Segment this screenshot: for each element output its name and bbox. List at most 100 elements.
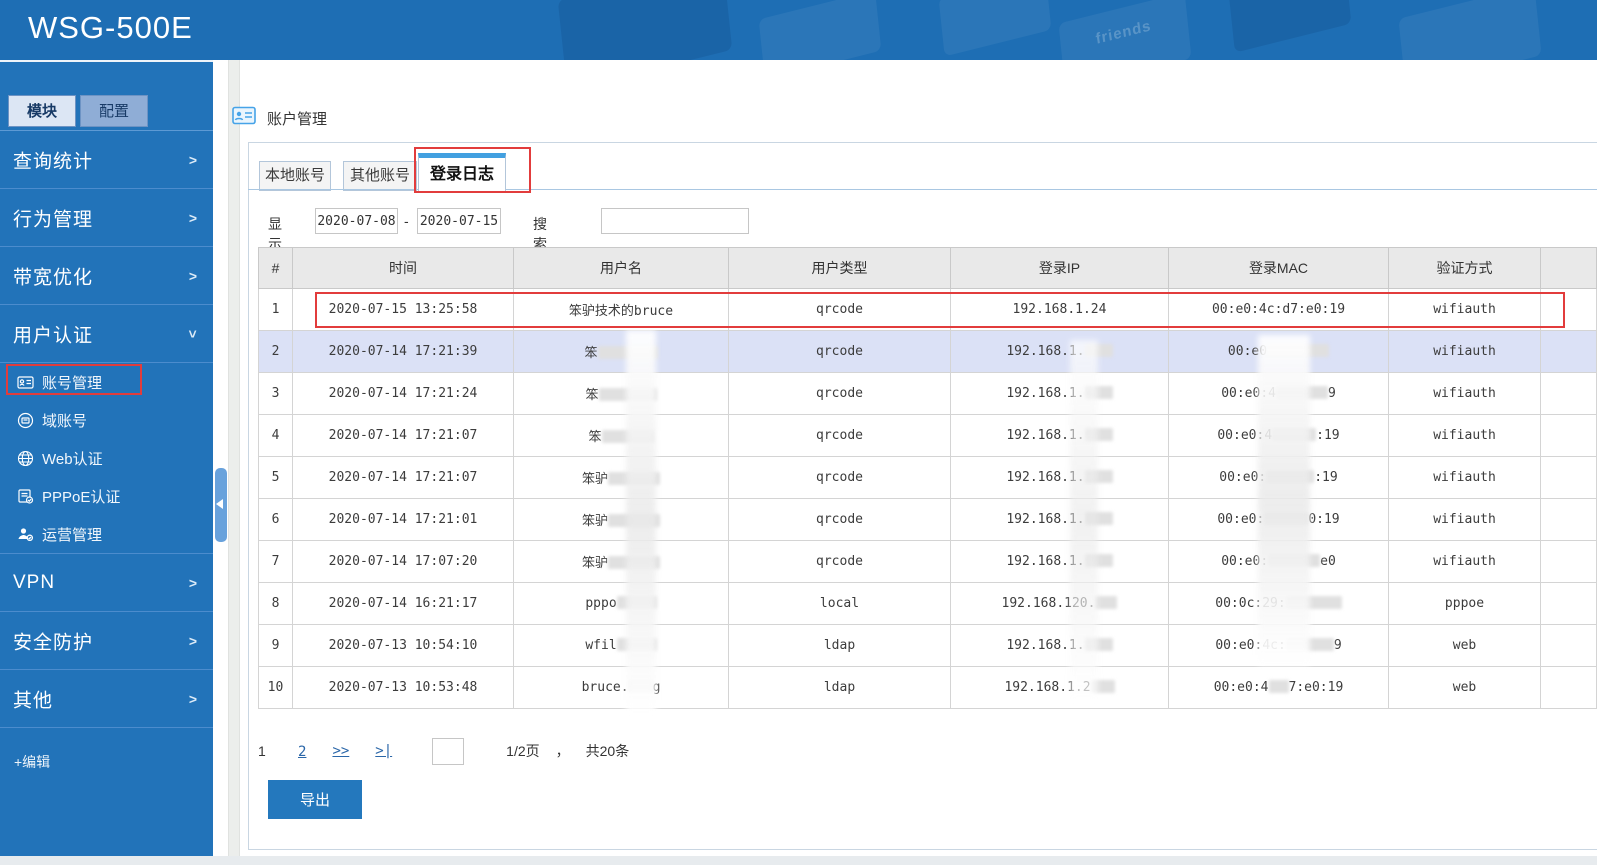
table-row-7[interactable]: 7 2020-07-14 17:07:20 笨驴 qrcode 192.168.1. 00…	[258, 540, 1597, 583]
censored-block	[1090, 680, 1115, 693]
cell-time: 2020-07-14 17:21:01	[292, 498, 514, 541]
cell-username: wfil	[513, 624, 729, 667]
tab-other-account[interactable]: 其他账号	[343, 161, 417, 191]
cell-ip: 192.168.1.24	[950, 288, 1169, 331]
sidebar-item-query-stats[interactable]: 查询统计 >	[0, 131, 213, 189]
sidebar-item-label: 带宽优化	[13, 267, 94, 288]
table-row-9[interactable]: 9 2020-07-13 10:54:10 wfil ldap 192.168.1. 00…	[258, 624, 1597, 667]
censored-block	[1084, 428, 1113, 441]
sidebar-tab-group: 模块 配置	[8, 95, 152, 127]
sidebar-subitem-domain-account[interactable]: 域账号	[0, 401, 213, 439]
sidebar-item-label: VPN	[13, 571, 56, 593]
cell-auth: wifiauth	[1388, 540, 1541, 583]
table-row-4[interactable]: 4 2020-07-14 17:21:07 笨 qrcode 192.168.1. 00:…	[258, 414, 1597, 457]
cell-ip: 192.168.1.2	[950, 666, 1169, 709]
cell-auth: pppoe	[1388, 582, 1541, 625]
censored-block	[628, 680, 653, 693]
date-to-input[interactable]	[417, 208, 501, 234]
sidebar-scrollbar[interactable]	[228, 60, 240, 865]
page-last-link[interactable]: >|	[375, 743, 392, 759]
censored-block	[1084, 554, 1113, 567]
column-header-0: #	[258, 247, 293, 289]
sidebar-subitem-pppoe-auth[interactable]: PPPoE认证	[0, 477, 213, 515]
sidebar-subitem-web-auth[interactable]: Web认证	[0, 439, 213, 477]
cell-username: 笨驴技术的bruce	[513, 288, 729, 331]
table-row-6[interactable]: 6 2020-07-14 17:21:01 笨驴 qrcode 192.168.1. 00…	[258, 498, 1597, 541]
censored-block	[1095, 596, 1118, 609]
tab-local-account[interactable]: 本地账号	[259, 161, 331, 191]
app-window: friends WSG-500E 模块 配置 查询统计 > 行为管理 > 带宽优化 > 用户认…	[0, 0, 1597, 865]
table-row-1[interactable]: 1 2020-07-15 13:25:58 笨驴技术的bruce qrcode 192.…	[258, 288, 1597, 331]
cell-time: 2020-07-14 17:07:20	[292, 540, 514, 583]
table-row-10[interactable]: 10 2020-07-13 10:53:48 bruce. g ldap 192.168.…	[258, 666, 1597, 709]
cell-time: 2020-07-14 17:21:07	[292, 456, 514, 499]
sidebar-tab-module[interactable]: 模块	[8, 95, 76, 127]
sidebar-edit-link[interactable]: +编辑	[14, 752, 50, 772]
tab-login-log[interactable]: 登录日志	[418, 153, 506, 191]
cell-mac: 00:e0:4:19	[1168, 414, 1389, 457]
cell-usertype: qrcode	[728, 288, 951, 331]
sidebar-collapse-handle[interactable]	[215, 468, 227, 542]
cell-time: 2020-07-14 16:21:17	[292, 582, 514, 625]
page-next-link[interactable]: >>	[332, 743, 349, 759]
cell-auth: wifiauth	[1388, 330, 1541, 373]
page-jump-input[interactable]	[432, 737, 465, 765]
sidebar-item-label: 安全防护	[13, 632, 94, 653]
cell-index: 4	[258, 414, 293, 457]
censored-block	[1084, 638, 1113, 651]
export-button[interactable]: 导出	[268, 780, 362, 819]
cell-filler	[1540, 582, 1597, 625]
cell-ip: 192.168.1.	[950, 330, 1169, 373]
table-row-3[interactable]: 3 2020-07-14 17:21:24 笨 qrcode 192.168.1. 00:…	[258, 372, 1597, 415]
cell-ip: 192.168.1.	[950, 456, 1169, 499]
login-log-table-wrap: # 时间 用户名 用户类型 登录IP 登录MAC 验证方式 1 2020-07-15 13:2…	[258, 247, 1597, 709]
cell-auth: wifiauth	[1388, 456, 1541, 499]
search-input[interactable]	[601, 208, 749, 234]
cell-index: 10	[258, 666, 293, 709]
censored-block	[1285, 596, 1342, 609]
censored-block	[601, 430, 654, 443]
cell-auth: web	[1388, 666, 1541, 709]
cell-filler	[1540, 498, 1597, 541]
cell-index: 2	[258, 330, 293, 373]
app-title: WSG-500E	[28, 10, 193, 45]
censored-block	[1084, 512, 1113, 525]
page-link-2[interactable]: 2	[298, 744, 306, 760]
censored-block	[1084, 386, 1113, 399]
cell-mac: 00:e0:4c:d7:e0:19	[1168, 288, 1389, 331]
sidebar-item-user-auth[interactable]: 用户认证 >	[0, 305, 213, 363]
cell-time: 2020-07-15 13:25:58	[292, 288, 514, 331]
sidebar-subitem-label: 运营管理	[42, 526, 103, 544]
sidebar-item-other[interactable]: 其他 >	[0, 670, 213, 728]
chevron-right-icon: >	[188, 632, 197, 649]
date-from-input[interactable]	[315, 208, 398, 234]
table-header-row: # 时间 用户名 用户类型 登录IP 登录MAC 验证方式	[258, 247, 1597, 289]
sidebar-tab-config[interactable]: 配置	[80, 95, 148, 127]
sidebar-item-security-protection[interactable]: 安全防护 >	[0, 612, 213, 670]
cell-filler	[1540, 330, 1597, 373]
page-bottom-strip	[0, 856, 1597, 865]
censored-block	[1268, 554, 1321, 567]
table-row-8[interactable]: 8 2020-07-14 16:21:17 pppo local 192.168.120…	[258, 582, 1597, 625]
sidebar-subitem-account-management[interactable]: 账号管理	[0, 363, 213, 401]
breadcrumb-label: 账户管理	[267, 110, 328, 128]
cell-auth: wifiauth	[1388, 414, 1541, 457]
table-row-2[interactable]: 2 2020-07-14 17:21:39 笨 qrcode 192.168.1. 00:…	[258, 330, 1597, 373]
cell-ip: 192.168.1.	[950, 372, 1169, 415]
sidebar-item-behavior-management[interactable]: 行为管理 >	[0, 189, 213, 247]
table-row-5[interactable]: 5 2020-07-14 17:21:07 笨驴 qrcode 192.168.1. 00…	[258, 456, 1597, 499]
keyboard-decor	[1228, 0, 1352, 53]
censored-block	[1084, 344, 1113, 357]
cell-mac: 00:e0:4 7:e0:19	[1168, 666, 1389, 709]
app-header: friends WSG-500E	[0, 0, 1597, 60]
cell-index: 5	[258, 456, 293, 499]
sidebar-item-vpn[interactable]: VPN >	[0, 554, 213, 612]
sidebar-item-bandwidth-optimization[interactable]: 带宽优化 >	[0, 247, 213, 305]
sidebar-item-label: 其他	[13, 690, 54, 711]
sidebar-item-label: 行为管理	[13, 209, 94, 230]
cell-mac: 00:e0::19	[1168, 456, 1389, 499]
sidebar-subitem-operation-management[interactable]: 运营管理	[0, 515, 213, 553]
sidebar-submenu-user-auth: 账号管理 域账号 Web认证 PPPoE认证运营管理	[0, 363, 213, 554]
column-header-6: 验证方式	[1388, 247, 1541, 289]
censored-block	[1268, 680, 1289, 693]
